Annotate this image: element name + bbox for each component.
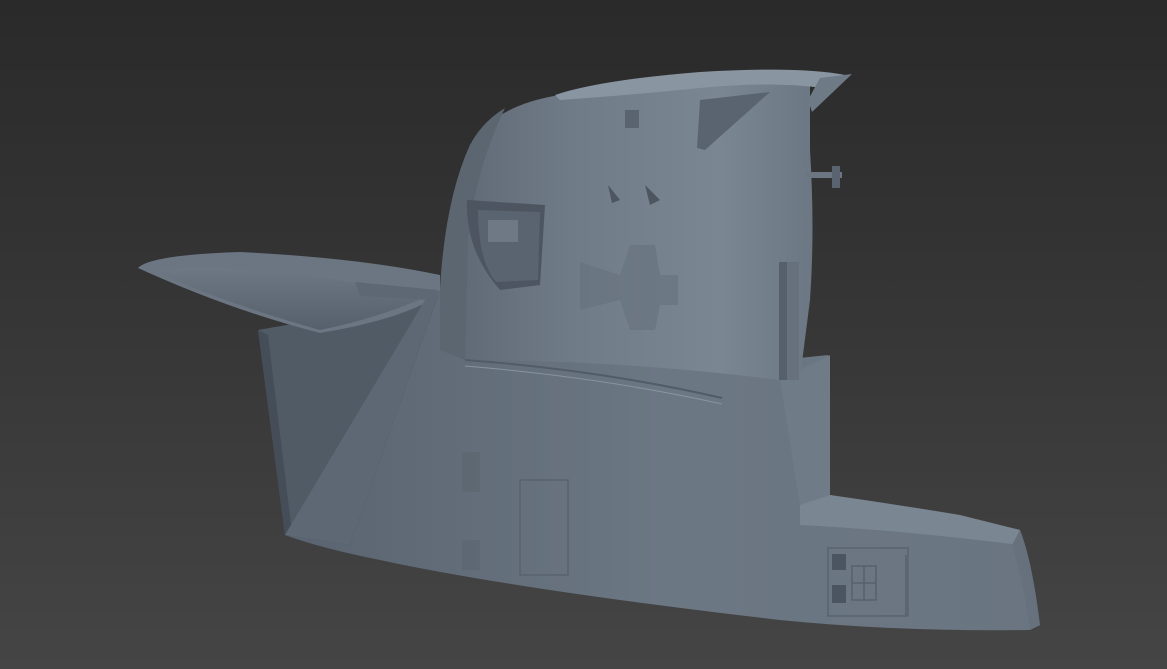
submarine-sail-model [138,69,1040,631]
3d-viewport[interactable] [0,0,1167,669]
